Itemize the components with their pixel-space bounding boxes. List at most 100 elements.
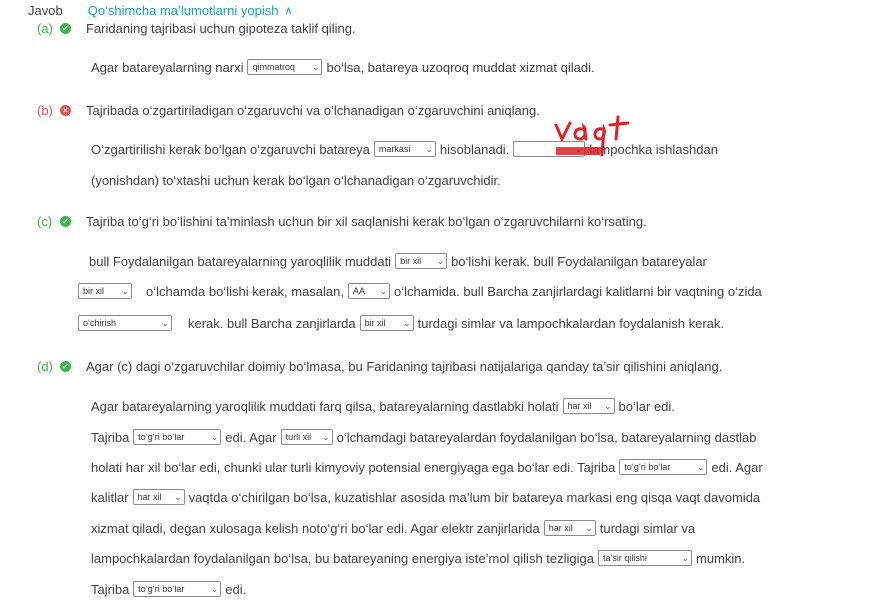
x-circle-icon: ×: [60, 104, 71, 116]
dropdown-value: to‘g‘ri bo‘lar: [138, 584, 185, 594]
dropdown-value: har xil: [548, 523, 573, 533]
answer-d-line6: lampochkalardan foydalanilgan bo‘lsa, bu…: [91, 547, 745, 569]
question-text: Agar (c) dagi o‘zgaruvchilar doimiy bo‘l…: [86, 358, 723, 374]
chevron-down-icon: ⌄: [436, 255, 445, 266]
question-text: Tajriba to‘g‘ri bo‘lishini ta’minlash uc…: [86, 213, 647, 229]
chevron-down-icon: ⌄: [322, 431, 330, 442]
answer-c-line1: bull Foydalanilgan batareyalarning yaroq…: [89, 250, 707, 272]
check-circle-icon: ✓: [60, 360, 71, 372]
dropdown-value: bir xil: [400, 256, 422, 266]
answer-d-line2: Tajriba to‘g‘ri bo‘lar ⌄ edi. Agar turli …: [91, 426, 828, 448]
dropdown-value: [518, 144, 521, 154]
answer-text: lampochkalardan foydalanilgan bo‘lsa, bu…: [91, 550, 594, 566]
question-b: (b) × Tajribada o‘zgartiriladigan o‘zgar…: [37, 101, 540, 119]
javob-label: Javob: [28, 2, 63, 18]
dropdown-a1[interactable]: qimmatroq ⌄: [247, 59, 323, 75]
answer-text: Tajriba: [91, 429, 130, 445]
question-label: (a): [37, 20, 53, 36]
dropdown-value: har xil: [137, 492, 162, 502]
answer-c-line2: bir xil ⌄ o‘lchamda bo‘lishi kerak, masal…: [74, 280, 864, 302]
answer-text: bo‘lishi kerak. bull Foydalanilgan batar…: [451, 253, 707, 269]
chevron-down-icon: ⌄: [210, 583, 219, 594]
answer-text: hisoblanadi.: [439, 141, 510, 157]
dropdown-value: to‘g‘ri bo‘lar: [138, 432, 185, 442]
dropdown-value: o‘chirish: [83, 318, 117, 328]
question-text: Faridaning tajribasi uchun gipoteza takl…: [86, 20, 356, 36]
question-label: (d): [37, 358, 53, 374]
dropdown-d3[interactable]: turli xil ⌄: [280, 429, 333, 445]
dropdown-value: ta’sir qilishi: [602, 553, 647, 563]
dropdown-value: turli xil: [285, 432, 312, 442]
question-a: (a) ✓ Faridaning tajribasi uchun gipotez…: [37, 19, 356, 37]
dropdown-c1[interactable]: bir xil ⌄: [395, 253, 448, 269]
chevron-down-icon: ⌄: [121, 285, 129, 296]
dropdown-value: markasi: [378, 144, 411, 154]
answer-text: holati har xil bo‘lar edi, chunki ular t…: [91, 459, 616, 475]
dropdown-d7[interactable]: ta’sir qilishi ⌄: [597, 550, 692, 566]
chevron-down-icon: ⌄: [174, 491, 182, 502]
question-d: (d) ✓ Agar (c) dagi o‘zgaruvchilar doimi…: [37, 357, 722, 375]
handwriting-text: vaqt: [552, 115, 555, 116]
chevron-down-icon: ⌄: [161, 317, 169, 328]
chevron-down-icon: ⌄: [696, 461, 705, 472]
answer-text: (yonishdan) to‘xtashi uchun kerak bo‘lga…: [91, 172, 501, 188]
dropdown-c4[interactable]: o‘chirish ⌄: [78, 315, 172, 331]
answer-text: Agar batareyalarning narxi: [91, 59, 244, 75]
dropdown-c3[interactable]: AA ⌄: [347, 283, 390, 299]
answer-text: Tajriba: [91, 581, 130, 597]
answer-text: vaqtda o‘chirilgan bo‘lsa, kuzatishlar a…: [188, 489, 761, 505]
answer-text: bull Foydalanilgan batareyalarning yaroq…: [89, 253, 392, 269]
question-label: (b): [37, 102, 53, 118]
dropdown-d8[interactable]: to‘g‘ri bo‘lar ⌄: [133, 581, 222, 597]
handwritten-annotation: vaqt: [552, 115, 630, 157]
answer-text: bo‘lar edi.: [618, 398, 675, 414]
answer-text: edi. Agar: [225, 429, 277, 445]
dropdown-value: qimmatroq: [252, 62, 295, 72]
chevron-down-icon: ⌄: [681, 552, 689, 563]
answer-text: kalitlar: [91, 489, 129, 505]
answer-d-line5: xizmat qiladi, degan xulosaga kelish not…: [91, 517, 695, 539]
hide-extra-info-toggle[interactable]: Qo‘shimcha ma’lumotlarni yopish ∧: [88, 3, 293, 18]
toggle-label[interactable]: Qo‘shimcha ma’lumotlarni yopish: [88, 3, 279, 18]
dropdown-value: AA: [352, 286, 365, 296]
answer-text: turdagi simlar va: [599, 520, 696, 536]
chevron-down-icon: ⌄: [210, 431, 219, 442]
answer-d-line4: kalitlar har xil ⌄ vaqtda o‘chirilgan bo‘…: [91, 486, 828, 508]
question-text: Tajribada o‘zgartiriladigan o‘zgaruvchi …: [86, 102, 540, 118]
answer-d-line1: Agar batareyalarning yaroqlilik muddati …: [91, 395, 675, 417]
dropdown-d2[interactable]: to‘g‘ri bo‘lar ⌄: [133, 429, 222, 445]
dropdown-d6[interactable]: har xil ⌄: [543, 520, 596, 536]
chevron-down-icon: ⌄: [403, 317, 411, 328]
dropdown-d1[interactable]: har xil ⌄: [562, 398, 615, 414]
answer-text: turdagi simlar va lampochkalardan foydal…: [417, 315, 725, 331]
dropdown-value: to‘g‘ri bo‘lar: [624, 462, 671, 472]
chevron-down-icon: ⌄: [379, 285, 387, 296]
answer-text: mumkin.: [695, 550, 746, 566]
dropdown-d4[interactable]: to‘g‘ri bo‘lar ⌄: [619, 459, 708, 475]
answer-header: Javob Qo‘shimcha ma’lumotlarni yopish ∧: [28, 2, 293, 18]
chevron-down-icon: ⌄: [425, 143, 433, 154]
answer-text: o‘lchamdagi batareyalardan foydalanilgan…: [336, 429, 757, 445]
answer-d-line3: holati har xil bo‘lar edi, chunki ular t…: [91, 456, 828, 478]
dropdown-b1[interactable]: markasi ⌄: [373, 141, 436, 157]
question-label: (c): [37, 213, 53, 229]
answer-text: xizmat qiladi, degan xulosaga kelish not…: [91, 520, 540, 536]
check-circle-icon: ✓: [60, 22, 71, 34]
answer-d-line7: Tajriba to‘g‘ri bo‘lar ⌄ edi.: [91, 578, 246, 600]
question-c: (c) ✓ Tajriba to‘g‘ri bo‘lishini ta’minl…: [37, 212, 647, 230]
answer-text: o‘lchamda bo‘lishi kerak, masalan,: [146, 283, 344, 299]
answer-text: kerak. bull Barcha zanjirlarda: [188, 315, 356, 331]
dropdown-value: bir xil: [364, 318, 386, 328]
answer-text: o‘lchamida. bull Barcha zanjirlardagi ka…: [393, 283, 762, 299]
dropdown-d5[interactable]: har xil ⌄: [132, 489, 185, 505]
answer-b-line2: (yonishdan) to‘xtashi uchun kerak bo‘lga…: [91, 169, 501, 191]
answer-text: O‘zgartirilishi kerak bo‘lgan o‘zgaruvch…: [91, 141, 370, 157]
answer-text: edi.: [225, 581, 247, 597]
chevron-up-icon[interactable]: ∧: [284, 4, 292, 17]
answer-a-line: Agar batareyalarning narxi qimmatroq ⌄ bo…: [91, 56, 595, 78]
chevron-down-icon: ⌄: [604, 400, 612, 411]
dropdown-c5[interactable]: bir xil ⌄: [359, 315, 414, 331]
dropdown-c2[interactable]: bir xil ⌄: [78, 283, 132, 299]
check-circle-icon: ✓: [60, 215, 71, 227]
chevron-down-icon: ⌄: [585, 522, 593, 533]
